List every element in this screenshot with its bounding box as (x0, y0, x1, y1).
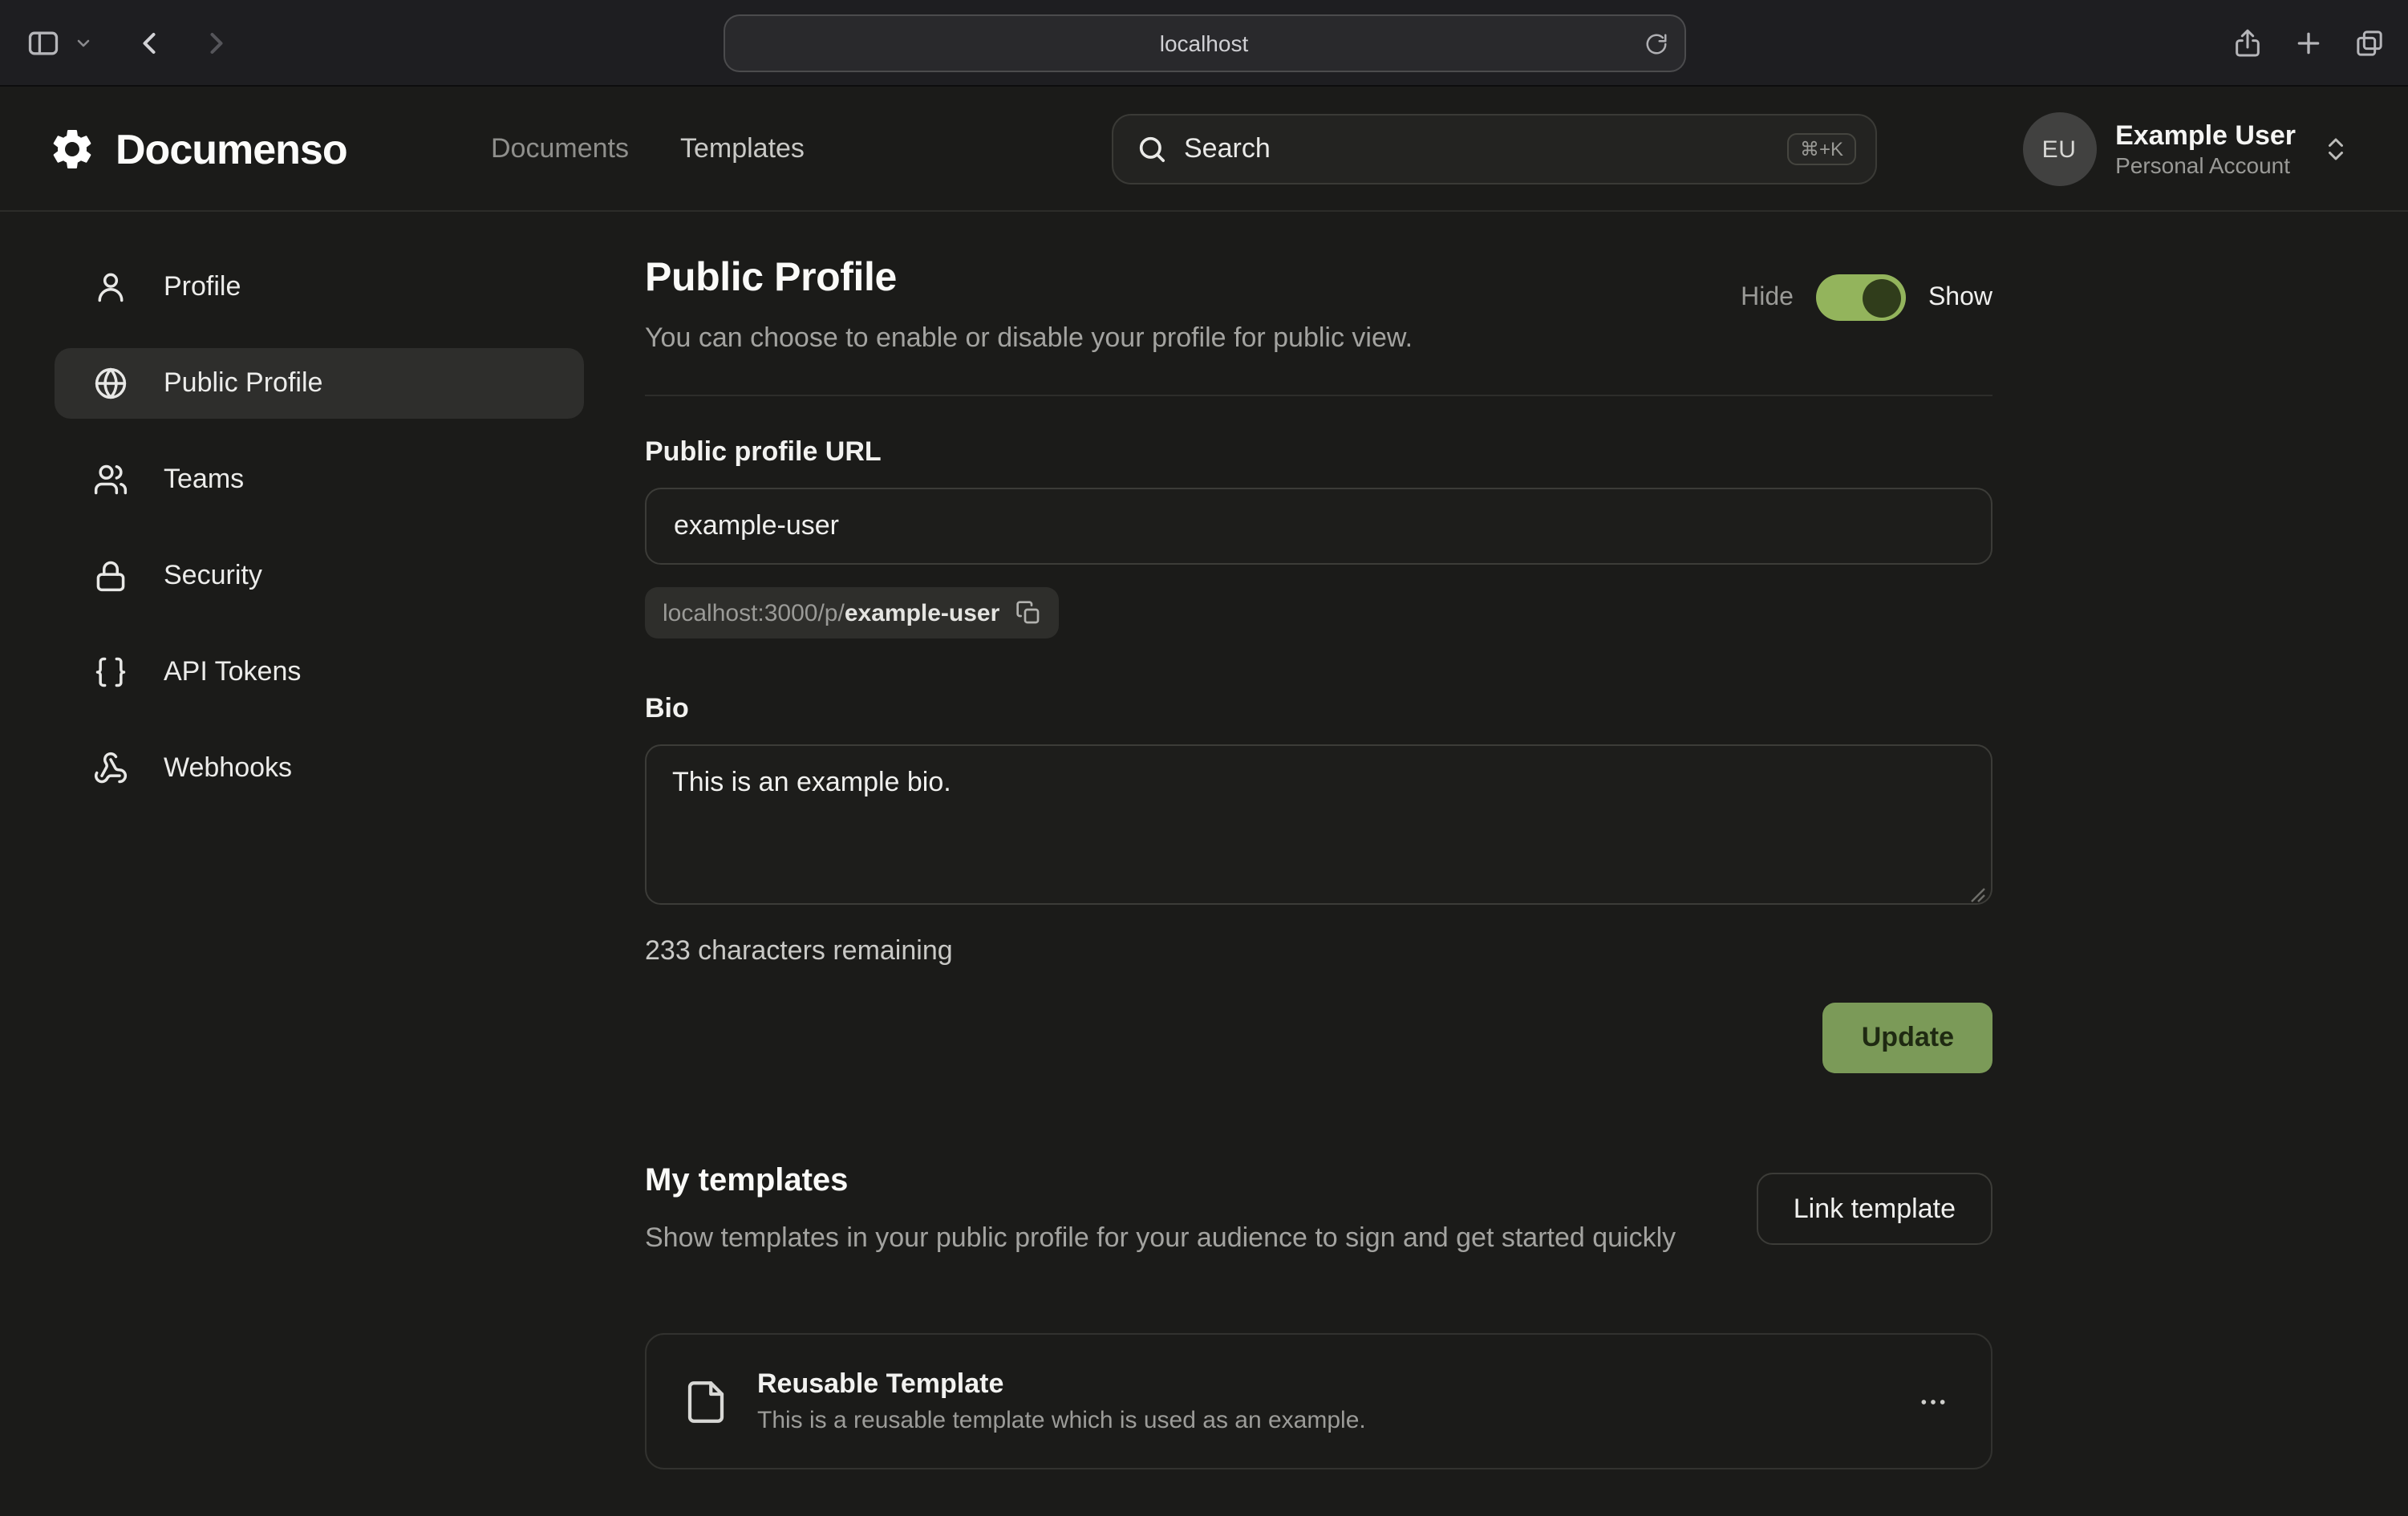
search-icon (1136, 133, 1168, 165)
forward-icon[interactable] (199, 25, 234, 60)
public-profile-url-label: Public profile URL (645, 436, 1992, 468)
page-subtitle: You can choose to enable or disable your… (645, 322, 1413, 355)
chrome-left-controls (0, 25, 234, 60)
nav-templates[interactable]: Templates (680, 133, 805, 165)
users-icon (93, 462, 128, 497)
profile-visibility-toggle[interactable] (1816, 274, 1906, 321)
search-placeholder: Search (1184, 133, 1771, 165)
brand[interactable]: Documenso (48, 87, 347, 212)
browser-chrome: localhost (0, 0, 2408, 87)
reload-icon[interactable] (1644, 31, 1668, 55)
documenso-logo-icon (48, 125, 96, 173)
top-nav: Documents Templates (491, 87, 805, 212)
my-templates-title: My templates (645, 1163, 1676, 1200)
template-name: Reusable Template (757, 1369, 1883, 1401)
template-card: Reusable Template This is a reusable tem… (645, 1334, 1992, 1470)
address-bar[interactable]: localhost (723, 14, 1685, 72)
chevrons-up-down-icon (2321, 135, 2350, 164)
chrome-right-controls (2232, 0, 2386, 87)
lock-icon (93, 558, 128, 594)
sidebar-item-label: API Tokens (164, 656, 301, 688)
account-name: Example User (2115, 118, 2296, 152)
new-tab-icon[interactable] (2292, 27, 2325, 59)
file-icon (682, 1378, 730, 1426)
show-label: Show (1928, 283, 1992, 312)
bio-textarea[interactable]: This is an example bio. (645, 744, 1992, 905)
account-menu[interactable]: EU Example User Personal Account (2022, 87, 2350, 212)
link-template-button[interactable]: Link template (1757, 1173, 1992, 1245)
page-title: Public Profile (645, 255, 1413, 302)
visibility-toggle-group: Hide Show (1741, 274, 1992, 321)
url-text: localhost (1160, 30, 1249, 56)
sidebar-item-label: Webhooks (164, 752, 292, 784)
webhook-icon (93, 751, 128, 786)
characters-remaining: 233 characters remaining (645, 935, 1992, 967)
section-divider (645, 395, 1992, 396)
chevron-down-icon[interactable] (74, 33, 93, 52)
public-url-prefix: localhost:3000/p/ (663, 599, 845, 626)
copy-icon[interactable] (1015, 600, 1041, 626)
update-button[interactable]: Update (1823, 1003, 1992, 1073)
avatar: EU (2022, 112, 2096, 186)
public-profile-url-input[interactable] (645, 488, 1992, 565)
search-input[interactable]: Search ⌘+K (1112, 114, 1877, 184)
tab-overview-icon[interactable] (2353, 27, 2386, 59)
sidebar-item-webhooks[interactable]: Webhooks (55, 733, 584, 804)
nav-documents[interactable]: Documents (491, 133, 629, 165)
main-content: Public Profile You can choose to enable … (645, 212, 1992, 1470)
resize-grip-icon[interactable] (1970, 887, 1986, 903)
sidebar-item-api-tokens[interactable]: API Tokens (55, 637, 584, 707)
braces-icon (93, 655, 128, 690)
share-icon[interactable] (2232, 27, 2264, 59)
app-header: Documenso Documents Templates Search ⌘+K… (0, 87, 2408, 212)
hide-label: Hide (1741, 283, 1794, 312)
my-templates-description: Show templates in your public profile fo… (645, 1218, 1676, 1260)
sidebar-item-security[interactable]: Security (55, 541, 584, 611)
settings-sidebar: Profile Public Profile Teams Security AP… (55, 212, 584, 804)
toggle-knob (1863, 278, 1901, 317)
user-icon (93, 270, 128, 305)
sidebar-item-label: Security (164, 560, 262, 592)
public-url-pill: localhost:3000/p/ example-user (645, 587, 1059, 638)
template-more-icon[interactable] (1911, 1380, 1956, 1425)
back-icon[interactable] (132, 25, 167, 60)
public-url-slug: example-user (845, 599, 999, 626)
sidebar-item-teams[interactable]: Teams (55, 444, 584, 515)
brand-name: Documenso (116, 124, 347, 174)
globe-icon (93, 366, 128, 401)
sidebar-item-label: Profile (164, 271, 241, 303)
account-type: Personal Account (2115, 152, 2296, 180)
search-shortcut: ⌘+K (1787, 133, 1856, 165)
sidebar-item-public-profile[interactable]: Public Profile (55, 348, 584, 419)
template-description: This is a reusable template which is use… (757, 1408, 1883, 1435)
sidebar-item-label: Teams (164, 464, 244, 496)
sidebar-item-profile[interactable]: Profile (55, 252, 584, 322)
viewport: localhost Documenso Documents (0, 0, 2408, 1516)
sidebar-item-label: Public Profile (164, 367, 322, 399)
sidebar-toggle-icon[interactable] (26, 25, 61, 60)
bio-label: Bio (645, 693, 1992, 725)
